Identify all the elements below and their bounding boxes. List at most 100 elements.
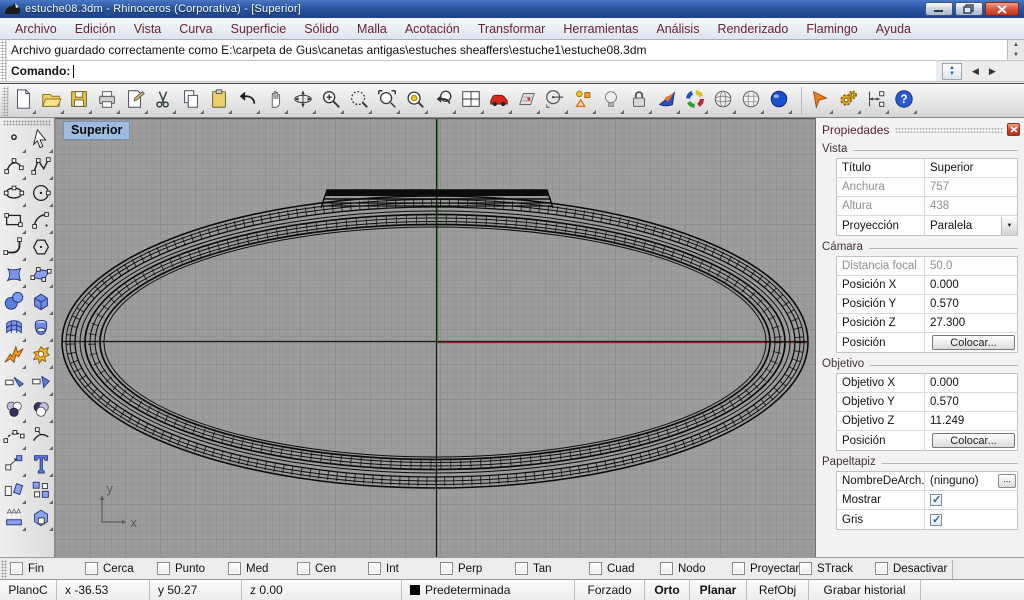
scroll-down-icon[interactable]: ▼ — [1013, 52, 1019, 58]
history-scrollbar[interactable]: ▲ ▼ — [1007, 40, 1024, 60]
sphere-tool-button[interactable] — [0, 289, 27, 316]
dimension-tools-button[interactable] — [862, 87, 890, 115]
pan-view-button[interactable] — [261, 87, 289, 115]
checkbox-icon[interactable] — [368, 562, 381, 575]
viewport-title[interactable]: Superior — [63, 121, 130, 140]
open-file-button[interactable] — [37, 87, 65, 115]
fillet-tool-button[interactable] — [0, 235, 27, 262]
next-command-icon[interactable]: ▶ — [989, 66, 996, 77]
color-wheel-button[interactable] — [681, 87, 709, 115]
browse-button[interactable]: ... — [998, 474, 1016, 488]
select-tool-button[interactable] — [27, 127, 54, 154]
checkbox-icon[interactable] — [157, 562, 170, 575]
checkbox-icon[interactable] — [732, 562, 745, 575]
menu-item-malla[interactable]: Malla — [348, 20, 396, 38]
menu-item-renderizado[interactable]: Renderizado — [708, 20, 797, 38]
osnap-tan[interactable]: Tan — [515, 562, 552, 575]
split-tool-button[interactable] — [27, 370, 54, 397]
scroll-up-icon[interactable]: ▲ — [1013, 42, 1019, 48]
ellipse-tool-button[interactable] — [0, 181, 27, 208]
rotate-view-button[interactable] — [289, 87, 317, 115]
save-file-button[interactable] — [65, 87, 93, 115]
cage-tool-button[interactable] — [27, 505, 54, 532]
polygon-tool-button[interactable] — [27, 235, 54, 262]
adjust-curve-tool-button[interactable] — [27, 424, 54, 451]
help-button[interactable]: ? — [890, 87, 918, 115]
background-bitmap-button[interactable] — [513, 87, 541, 115]
property-value-objetivo-y[interactable]: 0.570 — [925, 393, 1017, 411]
status-toggle-orto[interactable]: Orto — [645, 580, 690, 600]
command-history-text[interactable]: Archivo guardado correctamente como E:\c… — [7, 43, 1007, 57]
mostrar-checkbox[interactable] — [930, 494, 942, 506]
polyline-tool-button[interactable] — [27, 154, 54, 181]
rebuild-curve-tool-button[interactable] — [0, 424, 27, 451]
point-tool-button[interactable] — [0, 127, 27, 154]
pointer-cone-button[interactable] — [806, 87, 834, 115]
undo-button[interactable] — [233, 87, 261, 115]
menu-item-superficie[interactable]: Superficie — [222, 20, 296, 38]
status-toggle-refobj[interactable]: RefObj — [747, 580, 809, 600]
property-value-titulo[interactable]: Superior — [925, 159, 1017, 177]
drag-handle[interactable] — [0, 61, 7, 81]
light-button[interactable] — [597, 87, 625, 115]
checkbox-icon[interactable] — [660, 562, 673, 575]
viewport-layout-button[interactable] — [457, 87, 485, 115]
lock-button[interactable] — [625, 87, 653, 115]
menu-item-curva[interactable]: Curva — [170, 20, 221, 38]
checkbox-icon[interactable] — [875, 562, 888, 575]
rectangle-tool-button[interactable] — [0, 208, 27, 235]
status-toggle-forzado[interactable]: Forzado — [575, 580, 645, 600]
trim-tool-button[interactable] — [0, 370, 27, 397]
surface-tool-button[interactable] — [0, 262, 27, 289]
cut-button[interactable] — [149, 87, 177, 115]
undo-view-button[interactable] — [429, 87, 457, 115]
mesh-sphere-button[interactable] — [737, 87, 765, 115]
property-value-posicion-z[interactable]: 27.300 — [925, 314, 1017, 332]
osnap-cen[interactable]: Cen — [297, 562, 336, 575]
cplane-pane[interactable]: PlanoC — [0, 580, 57, 600]
viewport-superior[interactable]: y x Superior — [55, 118, 815, 557]
render-sphere-button[interactable] — [765, 87, 793, 115]
menu-item-archivo[interactable]: Archivo — [6, 20, 66, 38]
checkbox-icon[interactable] — [799, 562, 812, 575]
box-tool-button[interactable] — [27, 289, 54, 316]
checkbox-icon[interactable] — [589, 562, 602, 575]
edit-file-button[interactable] — [121, 87, 149, 115]
paste-button[interactable] — [205, 87, 233, 115]
menu-item-ayuda[interactable]: Ayuda — [867, 20, 920, 38]
property-value-posicion-y[interactable]: 0.570 — [925, 295, 1017, 313]
status-toggle-planar[interactable]: Planar — [690, 580, 747, 600]
layer-pane[interactable]: Predeterminada — [402, 580, 575, 600]
drag-handle[interactable] — [0, 40, 7, 60]
osnap-punto[interactable]: Punto — [157, 562, 205, 575]
menu-item-analisis[interactable]: Análisis — [647, 20, 708, 38]
curve-tool-button[interactable] — [0, 154, 27, 181]
property-value-proyeccion[interactable]: Paralela▼ — [925, 216, 1017, 235]
osnap-fin[interactable]: Fin — [10, 562, 44, 575]
options-gears-button[interactable] — [834, 87, 862, 115]
move-tool-button[interactable] — [0, 451, 27, 478]
zoom-window-button[interactable] — [345, 87, 373, 115]
osnap-strack[interactable]: STrack — [799, 562, 853, 575]
checkbox-icon[interactable] — [297, 562, 310, 575]
copy-button[interactable] — [177, 87, 205, 115]
checkbox-icon[interactable] — [85, 562, 98, 575]
osnap-drag-handle[interactable] — [1, 560, 7, 579]
property-value-nombredearch-[interactable]: (ninguno)... — [925, 472, 1017, 490]
menu-item-edicion[interactable]: Edición — [66, 20, 125, 38]
gris-checkbox[interactable] — [930, 514, 942, 526]
osnap-cerca[interactable]: Cerca — [85, 562, 134, 575]
checkbox-icon[interactable] — [10, 562, 23, 575]
close-button[interactable] — [985, 2, 1019, 16]
cplane-button[interactable] — [541, 87, 569, 115]
panel-close-button[interactable] — [1007, 123, 1020, 136]
zoom-selected-button[interactable] — [401, 87, 429, 115]
property-value-posicion-x[interactable]: 0.000 — [925, 276, 1017, 294]
colocar-button[interactable]: Colocar... — [932, 335, 1015, 350]
menu-item-flamingo[interactable]: Flamingo — [797, 20, 866, 38]
dropdown-arrow-icon[interactable]: ▼ — [1001, 217, 1017, 235]
osnap-proyectar[interactable]: Proyectar — [732, 562, 799, 575]
extrude-tool-button[interactable] — [0, 505, 27, 532]
osnap-cuad[interactable]: Cuad — [589, 562, 635, 575]
prev-command-icon[interactable]: ◀ — [972, 66, 979, 77]
